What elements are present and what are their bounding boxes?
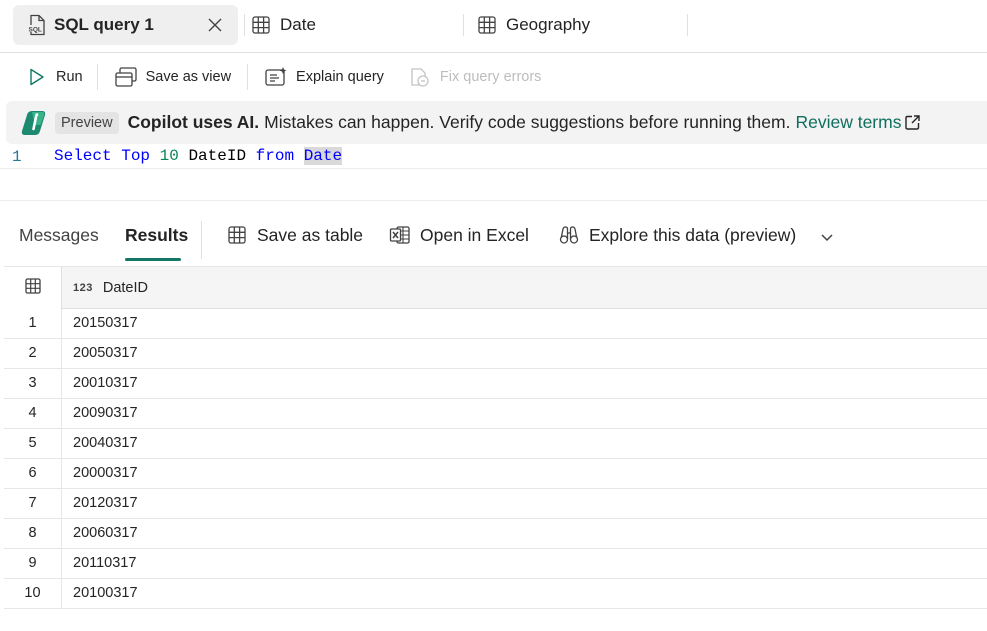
svg-text:SQL: SQL bbox=[29, 26, 42, 33]
row-number: 9 bbox=[4, 549, 62, 578]
tab-label: SQL query 1 bbox=[54, 15, 154, 34]
tab-divider bbox=[463, 14, 464, 36]
close-icon[interactable] bbox=[205, 15, 225, 35]
table-icon bbox=[250, 14, 272, 36]
table-icon bbox=[24, 277, 42, 300]
banner-message: Mistakes can happen. Verify code suggest… bbox=[264, 112, 791, 132]
column-identifier: DateID bbox=[188, 147, 247, 165]
table-row[interactable]: 4 20090317 bbox=[4, 399, 987, 429]
cell-dateid[interactable]: 20110317 bbox=[73, 549, 136, 578]
explore-data-button[interactable]: Explore this data (preview) bbox=[558, 221, 796, 249]
table-row[interactable]: 6 20000317 bbox=[4, 459, 987, 489]
query-toolbar: Run Save as view Explain query Fix query… bbox=[0, 54, 987, 100]
table-row[interactable]: 1 20150317 bbox=[4, 309, 987, 339]
row-number: 7 bbox=[4, 489, 62, 518]
copilot-logo-icon bbox=[19, 108, 49, 138]
editor-line[interactable]: 1 Select Top 10 DateID from Date bbox=[0, 145, 987, 169]
table-row[interactable]: 8 20060317 bbox=[4, 519, 987, 549]
column-name: DateID bbox=[102, 280, 148, 296]
explain-query-button[interactable]: Explain query bbox=[264, 61, 384, 93]
chevron-down-icon[interactable] bbox=[817, 227, 837, 247]
cell-dateid[interactable]: 20000317 bbox=[73, 459, 138, 488]
table-row[interactable]: 2 20050317 bbox=[4, 339, 987, 369]
table-row[interactable]: 7 20120317 bbox=[4, 489, 987, 519]
row-number: 1 bbox=[4, 309, 62, 338]
tab-date[interactable]: Date bbox=[250, 5, 462, 45]
table-row[interactable]: 3 20010317 bbox=[4, 369, 987, 399]
cell-dateid[interactable]: 20100317 bbox=[73, 579, 138, 608]
tab-sql-query-1[interactable]: SQL SQL query 1 bbox=[13, 5, 238, 45]
cell-dateid[interactable]: 20060317 bbox=[73, 519, 138, 548]
copilot-banner: Preview Copilot uses AI. Mistakes can ha… bbox=[6, 101, 987, 144]
active-tab-indicator bbox=[125, 258, 181, 261]
table-icon bbox=[226, 224, 248, 246]
table-row[interactable]: 9 20110317 bbox=[4, 549, 987, 579]
code-line[interactable]: Select Top 10 DateID from Date bbox=[54, 147, 343, 165]
select-all-cell[interactable] bbox=[4, 267, 62, 309]
tab-messages[interactable]: Messages bbox=[19, 225, 99, 246]
keyword-from: from bbox=[255, 147, 295, 165]
results-toolbar: Messages Results Save as table Open in E… bbox=[0, 205, 987, 265]
tab-label: Geography bbox=[506, 15, 591, 34]
row-number: 8 bbox=[4, 519, 62, 548]
excel-icon bbox=[389, 224, 411, 246]
row-number: 6 bbox=[4, 459, 62, 488]
external-link-icon[interactable] bbox=[903, 114, 921, 132]
fix-errors-icon bbox=[408, 65, 432, 89]
save-as-table-button[interactable]: Save as table bbox=[226, 221, 363, 249]
keyword-top: Top bbox=[121, 147, 151, 165]
toolbar-divider bbox=[96, 64, 98, 90]
number-literal: 10 bbox=[159, 147, 179, 165]
query-tab-bar: SQL SQL query 1 Date Geography bbox=[0, 0, 987, 53]
explain-sparkle-icon bbox=[264, 65, 288, 89]
banner-title: Copilot uses AI. bbox=[127, 112, 260, 132]
sql-file-icon: SQL bbox=[26, 14, 48, 36]
fix-query-errors-button[interactable]: Fix query errors bbox=[408, 61, 541, 93]
toolbar-divider bbox=[247, 64, 249, 90]
row-number: 3 bbox=[4, 369, 62, 398]
column-header-dateid[interactable]: 123 DateID bbox=[62, 267, 148, 309]
row-number: 4 bbox=[4, 399, 62, 428]
cell-dateid[interactable]: 20050317 bbox=[73, 339, 138, 368]
save-as-view-button[interactable]: Save as view bbox=[114, 61, 231, 93]
sql-editor[interactable]: 1 Select Top 10 DateID from Date bbox=[0, 145, 987, 201]
line-number: 1 bbox=[12, 148, 22, 166]
row-number: 2 bbox=[4, 339, 62, 368]
binoculars-icon bbox=[558, 224, 580, 246]
open-in-excel-button[interactable]: Open in Excel bbox=[389, 221, 529, 249]
row-number: 10 bbox=[4, 579, 62, 608]
play-icon bbox=[24, 65, 48, 89]
results-divider bbox=[201, 221, 202, 259]
run-button[interactable]: Run bbox=[24, 61, 83, 93]
cell-dateid[interactable]: 20010317 bbox=[73, 369, 138, 398]
tab-geography[interactable]: Geography bbox=[476, 5, 688, 45]
table-icon bbox=[476, 14, 498, 36]
keyword-select: Select bbox=[54, 147, 112, 165]
table-identifier: Date bbox=[303, 147, 343, 165]
numeric-type-icon: 123 bbox=[73, 282, 93, 294]
review-terms-link[interactable]: Review terms bbox=[795, 112, 901, 133]
cell-dateid[interactable]: 20150317 bbox=[73, 309, 138, 338]
cell-dateid[interactable]: 20120317 bbox=[73, 489, 138, 518]
row-number: 5 bbox=[4, 429, 62, 458]
tab-divider bbox=[687, 14, 688, 36]
tab-results[interactable]: Results bbox=[125, 225, 188, 246]
table-row[interactable]: 10 20100317 bbox=[4, 579, 987, 609]
cell-dateid[interactable]: 20090317 bbox=[73, 399, 138, 428]
grid-header: 123 DateID bbox=[4, 267, 987, 309]
tab-divider bbox=[244, 14, 245, 36]
cell-dateid[interactable]: 20040317 bbox=[73, 429, 138, 458]
table-row[interactable]: 5 20040317 bbox=[4, 429, 987, 459]
results-grid[interactable]: 123 DateID 1 20150317 2 20050317 3 20010… bbox=[4, 266, 987, 631]
preview-badge: Preview bbox=[55, 111, 119, 134]
save-view-icon bbox=[114, 65, 138, 89]
tab-label: Date bbox=[280, 15, 316, 34]
